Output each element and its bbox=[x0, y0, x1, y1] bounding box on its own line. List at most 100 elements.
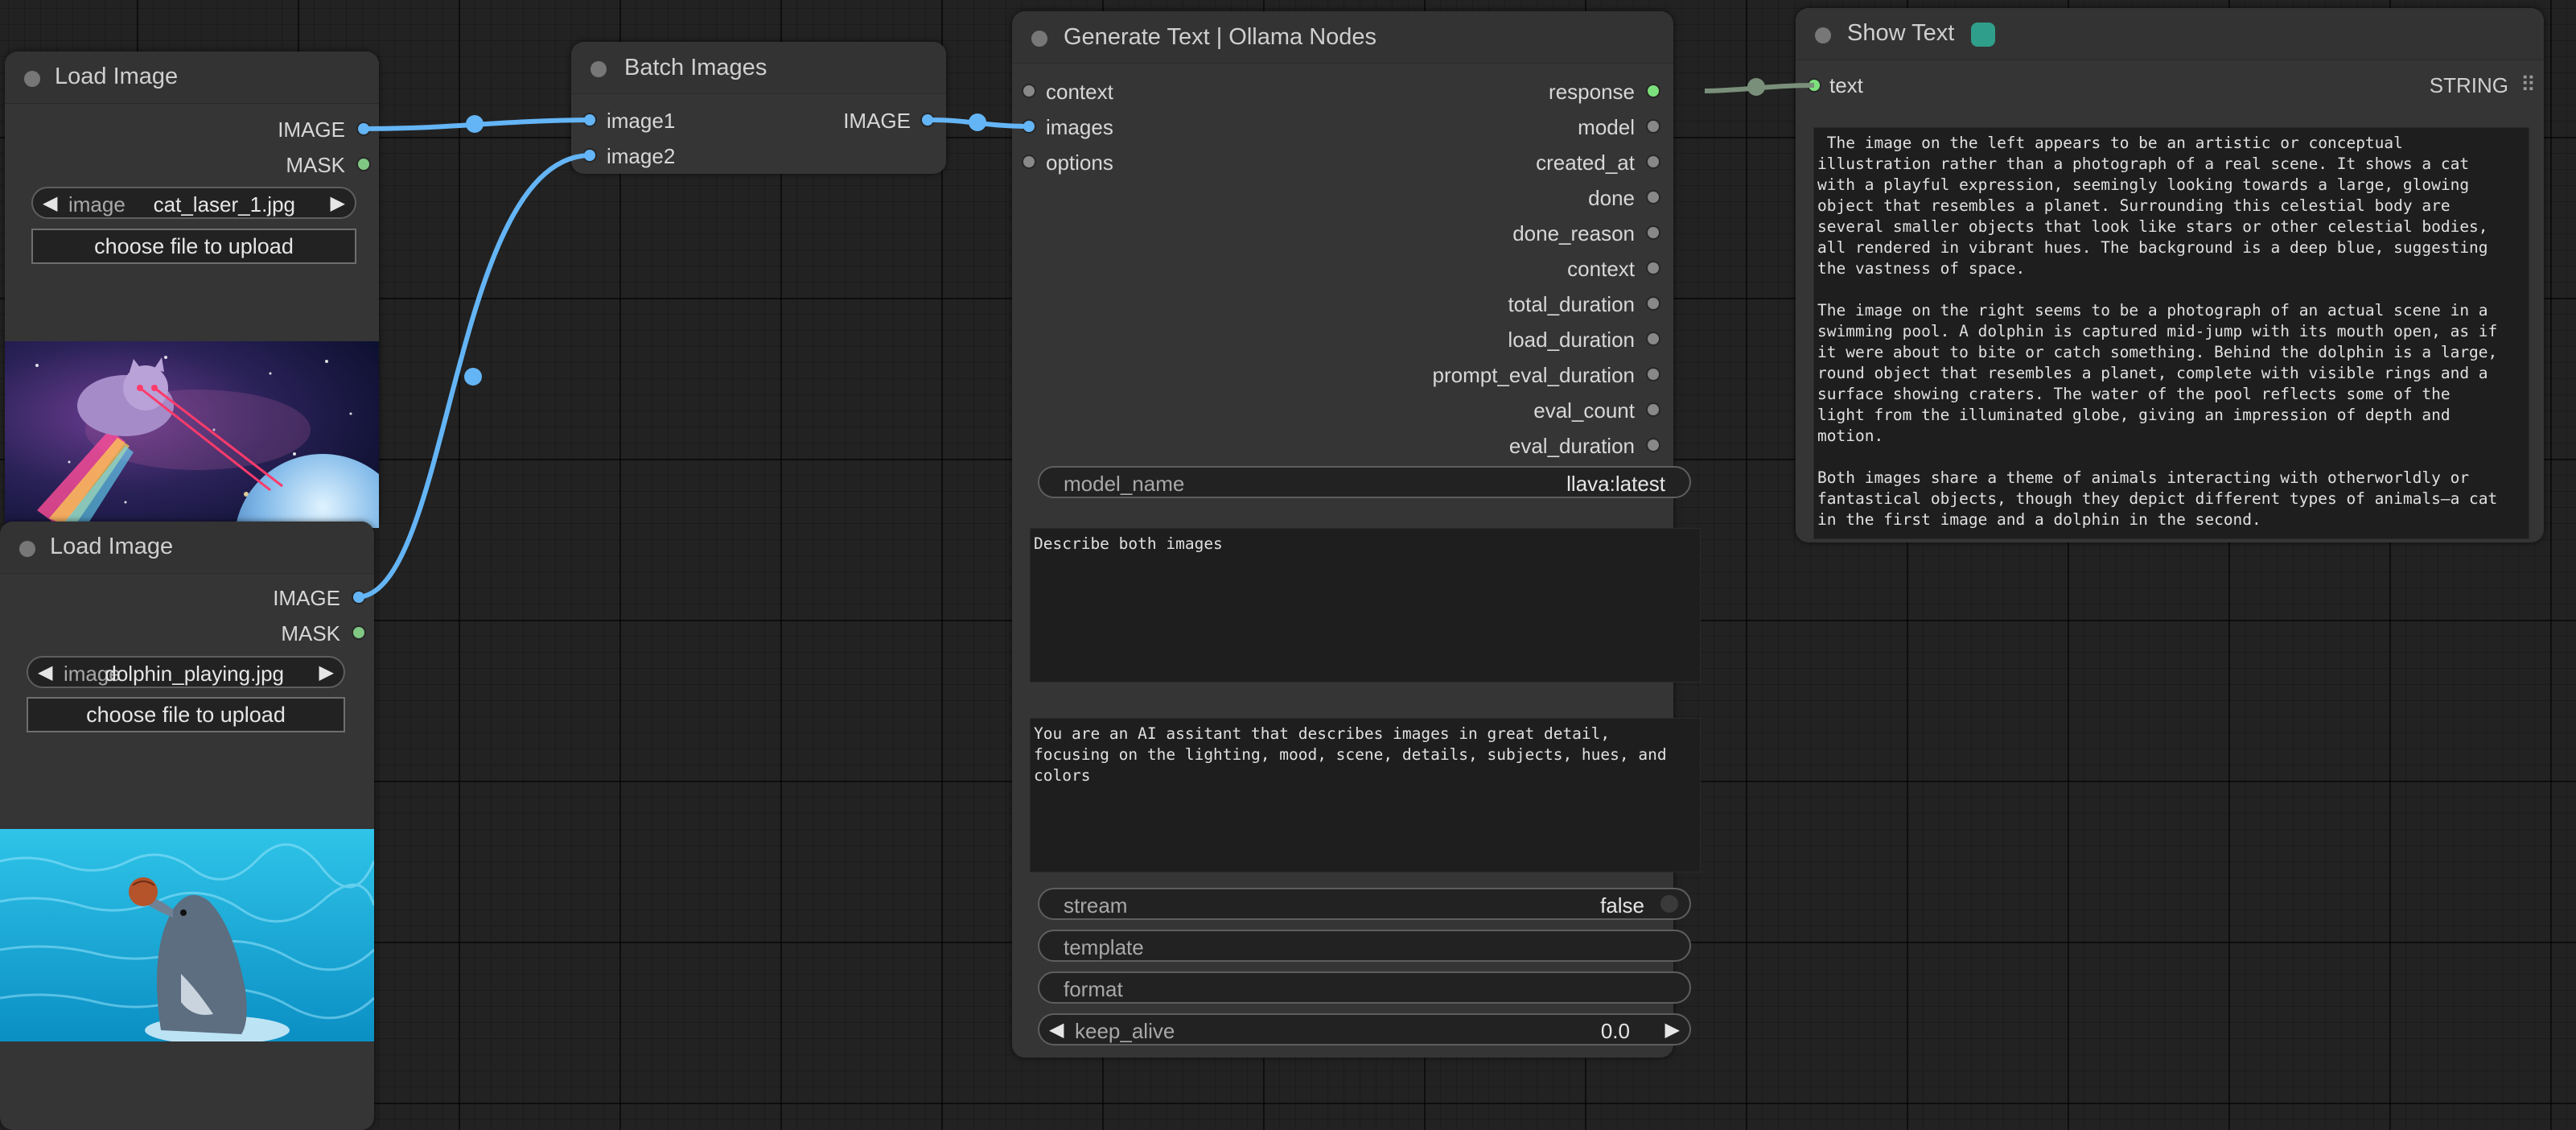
widget-name: image bbox=[68, 192, 126, 217]
widget-name: format bbox=[1064, 977, 1123, 1001]
output-socket-prompt-eval-duration[interactable] bbox=[1648, 369, 1659, 380]
output-socket-done[interactable] bbox=[1648, 192, 1659, 203]
collapse-dot-icon[interactable] bbox=[1031, 31, 1047, 47]
input-label-image1: image1 bbox=[607, 109, 676, 133]
link-reroute-dot[interactable] bbox=[1747, 78, 1765, 96]
widget-value: llava:latest bbox=[1566, 472, 1665, 496]
node-title-bar[interactable]: Generate Text | Ollama Nodes bbox=[1012, 11, 1673, 64]
output-label-mask: MASK bbox=[286, 153, 345, 177]
output-socket-response[interactable] bbox=[1648, 85, 1659, 97]
node-title-bar[interactable]: Load Image bbox=[5, 52, 379, 104]
next-arrow-icon[interactable]: ▶ bbox=[331, 192, 345, 215]
load-image-node-2[interactable]: Load Image IMAGE MASK ◀ image dolphin_pl… bbox=[0, 522, 374, 1130]
link-reroute-dot[interactable] bbox=[969, 113, 986, 131]
output-label-done-reason: done_reason bbox=[1512, 221, 1635, 245]
node-title: Load Image bbox=[55, 64, 179, 89]
output-label-created-at: created_at bbox=[1536, 151, 1635, 175]
input-socket-context[interactable] bbox=[1023, 85, 1035, 97]
widget-value: dolphin_playing.jpg bbox=[105, 662, 284, 686]
collapse-dot-icon[interactable] bbox=[591, 61, 607, 77]
input-socket-options[interactable] bbox=[1023, 156, 1035, 167]
node-title: Load Image bbox=[50, 534, 174, 559]
load-image-node-1[interactable]: Load Image IMAGE MASK ◀ image cat_laser_… bbox=[5, 52, 379, 528]
input-socket-text[interactable] bbox=[1809, 80, 1820, 91]
node-title-bar[interactable]: Batch Images bbox=[571, 42, 946, 94]
format-widget[interactable]: format bbox=[1038, 971, 1691, 1004]
input-label-images: images bbox=[1046, 115, 1113, 139]
template-widget[interactable]: template bbox=[1038, 930, 1691, 962]
next-arrow-icon[interactable]: ▶ bbox=[319, 661, 334, 684]
input-socket-image2[interactable] bbox=[584, 150, 595, 161]
system-textarea[interactable]: You are an AI assitant that describes im… bbox=[1030, 718, 1701, 872]
link-image2[interactable] bbox=[356, 153, 590, 600]
link-reroute-dot[interactable] bbox=[464, 368, 482, 386]
output-socket-image[interactable] bbox=[353, 592, 364, 603]
ollama-icon bbox=[1971, 23, 1995, 47]
widget-name: model_name bbox=[1064, 472, 1185, 496]
output-label-response: response bbox=[1549, 80, 1635, 104]
type-label: STRING bbox=[2429, 73, 2508, 97]
output-socket-image[interactable] bbox=[358, 123, 369, 134]
input-socket-image1[interactable] bbox=[584, 114, 595, 126]
node-title-bar[interactable]: Load Image bbox=[0, 522, 374, 574]
stream-toggle[interactable]: stream false bbox=[1038, 888, 1691, 920]
prompt-textarea[interactable]: Describe both images bbox=[1030, 528, 1701, 683]
output-label-image: IMAGE bbox=[273, 586, 340, 610]
link-image1[interactable] bbox=[361, 118, 590, 131]
collapse-dot-icon[interactable] bbox=[1815, 27, 1831, 43]
widget-name: stream bbox=[1064, 893, 1128, 918]
output-socket-mask[interactable] bbox=[353, 627, 364, 638]
output-socket-done-reason[interactable] bbox=[1648, 227, 1659, 238]
output-label-eval-count: eval_count bbox=[1533, 398, 1635, 423]
output-socket-total-duration[interactable] bbox=[1648, 298, 1659, 309]
output-socket-mask[interactable] bbox=[358, 159, 369, 170]
prev-arrow-icon[interactable]: ◀ bbox=[38, 661, 52, 684]
output-label-context: context bbox=[1567, 257, 1635, 281]
grip-icon[interactable]: ⠿ bbox=[2520, 72, 2536, 97]
widget-value: cat_laser_1.jpg bbox=[153, 192, 295, 217]
decrement-arrow-icon[interactable]: ◀ bbox=[1049, 1018, 1064, 1041]
generate-text-node[interactable]: Generate Text | Ollama Nodes context ima… bbox=[1012, 11, 1701, 1058]
prev-arrow-icon[interactable]: ◀ bbox=[43, 192, 57, 215]
dolphin-pool-image bbox=[0, 829, 374, 1041]
output-label-image: IMAGE bbox=[843, 109, 911, 133]
output-label-model: model bbox=[1578, 115, 1635, 139]
output-socket-load-duration[interactable] bbox=[1648, 333, 1659, 344]
output-label-mask: MASK bbox=[281, 621, 340, 645]
output-socket-model[interactable] bbox=[1648, 121, 1659, 132]
node-title-bar[interactable]: Show Text bbox=[1796, 8, 2544, 60]
increment-arrow-icon[interactable]: ▶ bbox=[1665, 1018, 1680, 1041]
upload-button[interactable]: choose file to upload bbox=[31, 229, 356, 264]
input-label-text: text bbox=[1829, 73, 1863, 97]
toggle-knob-icon[interactable] bbox=[1660, 895, 1678, 913]
model-name-widget[interactable]: model_name llava:latest bbox=[1038, 466, 1691, 498]
collapse-dot-icon[interactable] bbox=[24, 71, 40, 87]
output-label-done: done bbox=[1588, 186, 1635, 210]
image-combo-widget[interactable]: ◀ image cat_laser_1.jpg ▶ bbox=[31, 187, 356, 219]
output-socket-image[interactable] bbox=[922, 114, 933, 126]
upload-button[interactable]: choose file to upload bbox=[27, 697, 345, 732]
input-socket-images[interactable] bbox=[1023, 121, 1035, 132]
image-combo-widget[interactable]: ◀ image dolphin_playing.jpg ▶ bbox=[27, 656, 345, 688]
output-label-image: IMAGE bbox=[278, 118, 345, 142]
output-socket-created-at[interactable] bbox=[1648, 156, 1659, 167]
output-textarea[interactable]: The image on the left appears to be an a… bbox=[1813, 127, 2529, 539]
output-socket-eval-count[interactable] bbox=[1648, 404, 1659, 415]
output-socket-eval-duration[interactable] bbox=[1648, 439, 1659, 451]
collapse-dot-icon[interactable] bbox=[19, 541, 35, 557]
output-label-eval-duration: eval_duration bbox=[1508, 434, 1635, 458]
input-label-context: context bbox=[1046, 80, 1113, 104]
keep-alive-widget[interactable]: ◀ keep_alive 0.0 ▶ bbox=[1038, 1013, 1691, 1045]
input-label-options: options bbox=[1046, 151, 1113, 175]
output-label-total-duration: total_duration bbox=[1508, 292, 1635, 316]
batch-images-node[interactable]: Batch Images image1 image2 IMAGE bbox=[571, 42, 946, 174]
show-text-node[interactable]: Show Text text STRING ⠿ The image on the… bbox=[1796, 8, 2544, 542]
widget-value: 0.0 bbox=[1600, 1019, 1630, 1043]
widget-value: false bbox=[1600, 893, 1644, 918]
input-label-image2: image2 bbox=[607, 144, 676, 168]
output-socket-context[interactable] bbox=[1648, 262, 1659, 274]
node-title: Generate Text | Ollama Nodes bbox=[1064, 24, 1377, 50]
link-reroute-dot[interactable] bbox=[466, 115, 484, 133]
output-label-load-duration: load_duration bbox=[1508, 328, 1635, 352]
widget-name: keep_alive bbox=[1075, 1019, 1175, 1043]
